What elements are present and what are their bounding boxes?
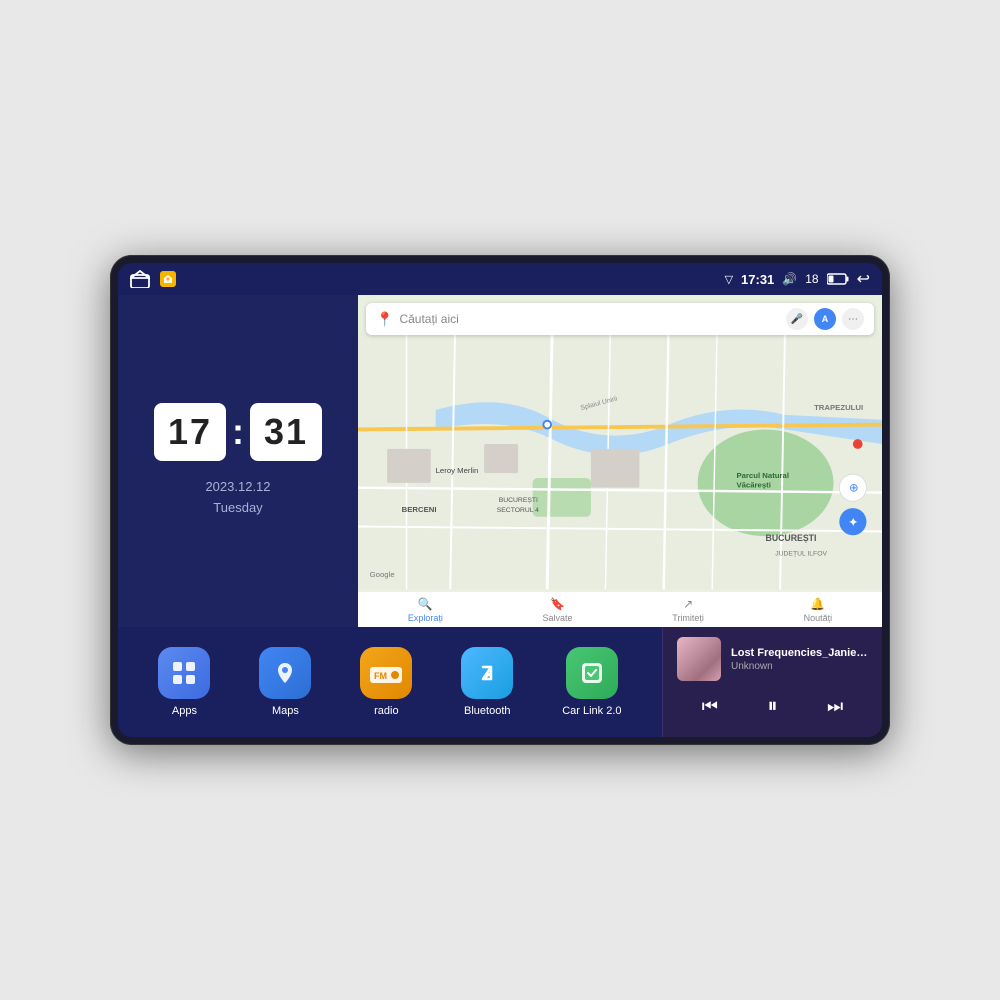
app-icon-radio[interactable]: FM radio	[360, 647, 412, 717]
clock-hours: 17	[154, 403, 226, 461]
back-icon[interactable]: ↩	[857, 269, 870, 289]
map-bottom-bar: 🔍 Explorați 🔖 Salvate ↗ Trimiteți	[358, 591, 882, 627]
map-nav-share[interactable]: ↗ Trimiteți	[672, 597, 704, 623]
status-left	[130, 270, 176, 288]
voice-search-icon[interactable]: 🎤	[786, 308, 808, 330]
svg-text:Leroy Merlin: Leroy Merlin	[436, 466, 479, 475]
app-icons-area: Apps Maps	[118, 627, 662, 737]
bluetooth-icon-img	[461, 647, 513, 699]
svg-text:Google: Google	[370, 570, 395, 579]
clock-date: 2023.12.12 Tuesday	[205, 477, 270, 519]
app-icon-apps[interactable]: Apps	[158, 647, 210, 717]
svg-text:JUDEȚUL ILFOV: JUDEȚUL ILFOV	[775, 551, 827, 558]
svg-text:⊕: ⊕	[849, 482, 859, 495]
svg-text:TRAPEZULUI: TRAPEZULUI	[814, 403, 863, 412]
status-right: ▽ 17:31 🔊 18 ↩	[725, 269, 870, 289]
maps-icon-img	[259, 647, 311, 699]
music-info: Lost Frequencies_Janieck Devy-... Unknow…	[731, 647, 868, 672]
volume-icon: 🔊	[782, 272, 797, 286]
app-icon-carlink[interactable]: Car Link 2.0	[562, 647, 621, 717]
music-top: Lost Frequencies_Janieck Devy-... Unknow…	[677, 637, 868, 681]
map-nav-news[interactable]: 🔔 Noutăți	[804, 597, 833, 623]
battery-level: 18	[805, 272, 818, 286]
apps-label: Apps	[172, 705, 197, 717]
clock-colon: :	[232, 411, 244, 453]
svg-text:FM: FM	[374, 671, 387, 681]
music-artist: Unknown	[731, 661, 868, 672]
clock-display: 17 : 31	[154, 403, 322, 461]
map-search-icons: 🎤 A ⋯	[786, 308, 864, 330]
account-icon[interactable]: A	[814, 308, 836, 330]
more-options-icon[interactable]: ⋯	[842, 308, 864, 330]
svg-text:BERCENI: BERCENI	[402, 505, 437, 514]
music-player: Lost Frequencies_Janieck Devy-... Unknow…	[662, 627, 882, 737]
status-bar: ▽ 17:31 🔊 18 ↩	[118, 263, 882, 295]
carlink-label: Car Link 2.0	[562, 705, 621, 717]
music-title: Lost Frequencies_Janieck Devy-...	[731, 647, 868, 659]
map-search-bar[interactable]: 📍 Căutați aici 🎤 A ⋯	[366, 303, 874, 335]
play-pause-button[interactable]: ⏸	[760, 691, 786, 722]
svg-text:✦: ✦	[848, 516, 859, 530]
bottom-section: Apps Maps	[118, 627, 882, 737]
signal-icon: ▽	[725, 273, 733, 286]
svg-text:Văcărești: Văcărești	[736, 481, 770, 490]
music-thumbnail-img	[677, 637, 721, 681]
maps-label: Maps	[272, 705, 299, 717]
status-time: 17:31	[741, 272, 774, 287]
main-content: 17 : 31 2023.12.12 Tuesday	[118, 295, 882, 737]
bluetooth-label: Bluetooth	[464, 705, 510, 717]
top-section: 17 : 31 2023.12.12 Tuesday	[118, 295, 882, 627]
car-head-unit: ▽ 17:31 🔊 18 ↩ 17 :	[110, 255, 890, 745]
map-pin-icon: 📍	[376, 311, 393, 328]
app-icon-maps[interactable]: Maps	[259, 647, 311, 717]
music-thumbnail	[677, 637, 721, 681]
maps-status-icon	[160, 271, 176, 287]
screen: ▽ 17:31 🔊 18 ↩ 17 :	[118, 263, 882, 737]
map-nav-explore[interactable]: 🔍 Explorați	[408, 597, 443, 623]
clock-widget: 17 : 31 2023.12.12 Tuesday	[118, 295, 358, 627]
home-icon[interactable]	[130, 270, 150, 288]
svg-text:SECTORUL 4: SECTORUL 4	[497, 507, 539, 514]
svg-text:BUCUREȘTI: BUCUREȘTI	[499, 497, 538, 504]
svg-text:BUCUREȘTI: BUCUREȘTI	[766, 533, 817, 543]
map-search-text[interactable]: Căutați aici	[399, 312, 780, 326]
svg-text:Parcul Natural: Parcul Natural	[736, 471, 789, 480]
map-nav-saved[interactable]: 🔖 Salvate	[543, 597, 573, 623]
app-icon-bluetooth[interactable]: Bluetooth	[461, 647, 513, 717]
next-button[interactable]: ⏭	[819, 692, 851, 721]
music-controls: ⏮ ⏸ ⏭	[677, 691, 868, 722]
clock-minutes: 31	[250, 403, 322, 461]
radio-label: radio	[374, 705, 398, 717]
prev-button[interactable]: ⏮	[694, 692, 726, 721]
map-widget[interactable]: Google Parcul Natural Văcărești Leroy Me…	[358, 295, 882, 627]
carlink-icon-img	[566, 647, 618, 699]
battery-icon	[827, 273, 849, 285]
apps-icon-img	[158, 647, 210, 699]
map-svg: Google Parcul Natural Văcărești Leroy Me…	[358, 295, 882, 627]
radio-icon-img: FM	[360, 647, 412, 699]
map-background: Google Parcul Natural Văcărești Leroy Me…	[358, 295, 882, 627]
